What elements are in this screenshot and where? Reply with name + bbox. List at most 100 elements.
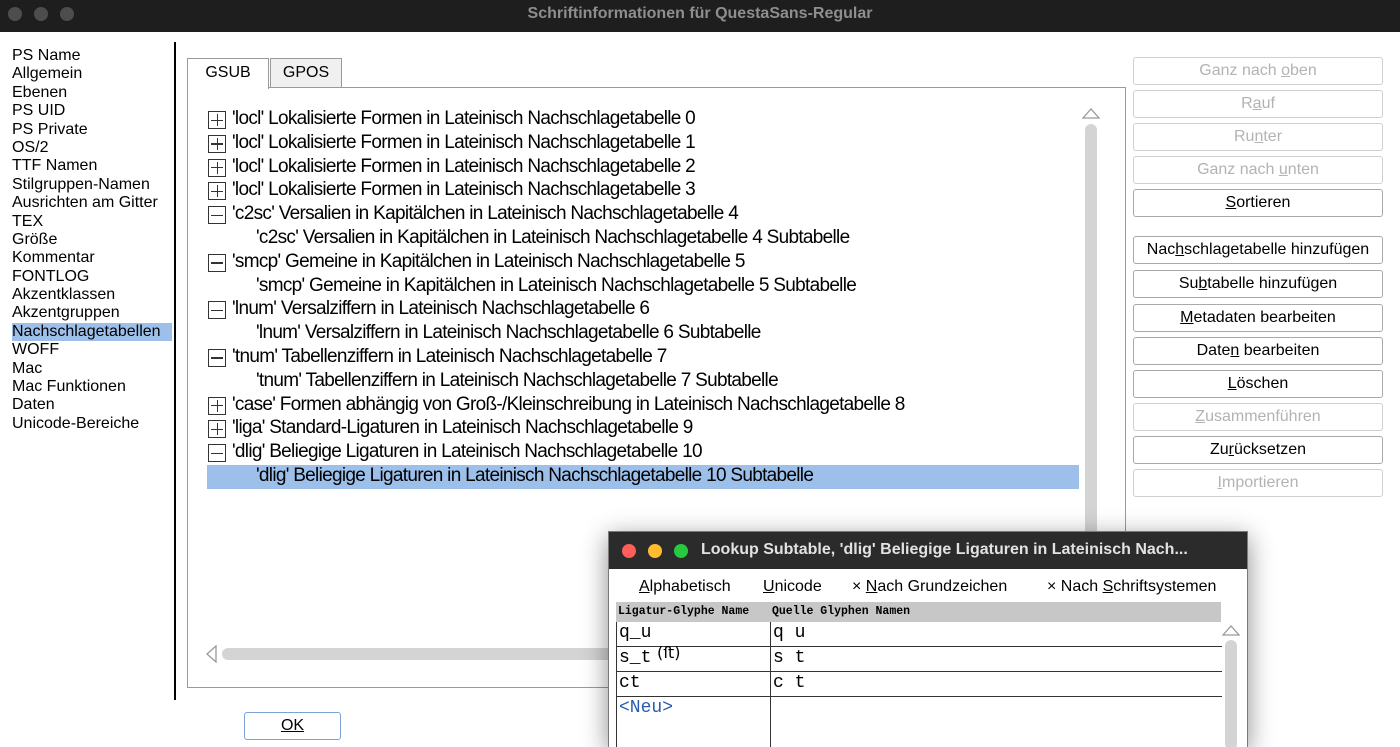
dialog-scroll-up-arrow-icon[interactable] (1222, 624, 1240, 636)
ligature-name-cell[interactable]: s_t (619, 647, 651, 669)
lookup-label: 'c2sc' Versalien in Kapitälchen in Latei… (232, 203, 739, 225)
dialog-minimize-button[interactable] (648, 544, 662, 558)
lookup-row[interactable]: 'lnum' Versalziffern in Lateinisch Nachs… (207, 298, 1079, 322)
rauf-button[interactable]: Rauf (1133, 90, 1383, 118)
sidebar-item-ps-name[interactable]: PS Name (12, 47, 172, 65)
lookup-row[interactable]: 'locl' Lokalisierte Formen in Lateinisch… (207, 108, 1079, 132)
sidebar-item-akzentgruppen[interactable]: Akzentgruppen (12, 304, 172, 322)
column-header-sources[interactable]: Quelle Glyphen Namen (772, 602, 910, 622)
lookup-label: 'locl' Lokalisierte Formen in Lateinisch… (232, 155, 696, 177)
ganz-nach-unten-button[interactable]: Ganz nach unten (1133, 156, 1383, 184)
collapse-icon[interactable] (208, 444, 226, 463)
sidebar-item-gr-e[interactable]: Größe (12, 231, 172, 249)
tab-gpos[interactable]: GPOS (270, 58, 342, 88)
lookup-subtable-row[interactable]: 'dlig' Beliegige Ligaturen in Lateinisch… (207, 464, 1079, 489)
lookup-row[interactable]: 'locl' Lokalisierte Formen in Lateinisch… (207, 132, 1079, 156)
option-unicode[interactable]: Unicode (763, 576, 822, 598)
nachschlagetabelle-hinzuf-gen-button[interactable]: Nachschlagetabelle hinzufügen (1133, 236, 1383, 264)
expand-icon[interactable] (208, 420, 226, 439)
metadaten-bearbeiten-button[interactable]: Metadaten bearbeiten (1133, 304, 1383, 332)
sidebar-item-ps-private[interactable]: PS Private (12, 121, 172, 139)
sidebar-item-stilgruppen-namen[interactable]: Stilgruppen-Namen (12, 176, 172, 194)
sidebar-item-ttf-namen[interactable]: TTF Namen (12, 157, 172, 175)
lookup-subtable-row[interactable]: 'smcp' Gemeine in Kapitälchen in Lateini… (207, 275, 1079, 299)
ligature-row[interactable]: q_u q u (617, 622, 1222, 647)
lookup-row[interactable]: 'case' Formen abhängig von Groß-/Kleinsc… (207, 394, 1079, 418)
lookup-row[interactable]: 'locl' Lokalisierte Formen in Lateinisch… (207, 179, 1079, 203)
option-alphabetisch[interactable]: Alphabetisch (639, 576, 731, 598)
sidebar-item-allgemein[interactable]: Allgemein (12, 65, 172, 83)
ligature-name-cell[interactable]: q_u (619, 622, 651, 644)
collapse-icon[interactable] (208, 253, 226, 272)
sidebar-item-tex[interactable]: TEX (12, 213, 172, 231)
ganz-nach-oben-button[interactable]: Ganz nach oben (1133, 57, 1383, 85)
sidebar-item-fontlog[interactable]: FONTLOG (12, 268, 172, 286)
ligature-row[interactable]: ct c t (617, 672, 1222, 697)
dialog-zoom-button[interactable] (674, 544, 688, 558)
lookup-subtable-row[interactable]: 'tnum' Tabellenziffern in Lateinisch Nac… (207, 370, 1079, 394)
expand-icon[interactable] (208, 396, 226, 415)
sidebar-item-ps-uid[interactable]: PS UID (12, 102, 172, 120)
dialog-title: Lookup Subtable, 'dlig' Beliegige Ligatu… (701, 541, 1188, 558)
option-nach-schriftsystemen[interactable]: × Nach Schriftsystemen (1047, 576, 1216, 598)
lookup-row[interactable]: 'tnum' Tabellenziffern in Lateinisch Nac… (207, 346, 1079, 370)
lookup-row[interactable]: 'dlig' Beliegige Ligaturen in Lateinisch… (207, 441, 1079, 465)
importieren-button[interactable]: Importieren (1133, 469, 1383, 497)
window-title: Schriftinformationen für QuestaSans-Regu… (527, 5, 873, 22)
ligature-row[interactable]: s_t (ﬅ) s t (617, 643, 1222, 672)
scroll-up-arrow-icon[interactable] (1082, 107, 1100, 119)
sidebar-item-woff[interactable]: WOFF (12, 341, 172, 359)
vertical-scrollbar[interactable] (1085, 124, 1097, 544)
sidebar-item-os-2[interactable]: OS/2 (12, 139, 172, 157)
sidebar-item-mac-funktionen[interactable]: Mac Funktionen (12, 378, 172, 396)
lookup-subtable-row[interactable]: 'c2sc' Versalien in Kapitälchen in Latei… (207, 227, 1079, 251)
sidebar-item-nachschlagetabellen[interactable]: Nachschlagetabellen (12, 322, 172, 342)
tab-gsub[interactable]: GSUB (187, 58, 269, 89)
sortieren-button[interactable]: Sortieren (1133, 189, 1383, 217)
scroll-left-arrow-icon[interactable] (205, 645, 217, 663)
subtabelle-hinzuf-gen-button[interactable]: Subtabelle hinzufügen (1133, 270, 1383, 298)
check-icon: × (852, 578, 866, 595)
option-nach-grundzeichen[interactable]: × Nach Grundzeichen (852, 576, 1007, 598)
new-ligature-row[interactable]: <Neu> (617, 697, 1222, 722)
lookup-row[interactable]: 'smcp' Gemeine in Kapitälchen in Lateini… (207, 251, 1079, 275)
horizontal-scrollbar[interactable] (222, 648, 622, 660)
category-list: PS Name Allgemein Ebenen PS UID PS Private OS… (12, 47, 172, 433)
lookup-row[interactable]: 'liga' Standard-Ligaturen in Lateinisch … (207, 417, 1079, 441)
collapse-icon[interactable] (208, 206, 226, 225)
daten-bearbeiten-button[interactable]: Daten bearbeiten (1133, 337, 1383, 365)
expand-icon[interactable] (208, 158, 226, 177)
lookup-row[interactable]: 'c2sc' Versalien in Kapitälchen in Latei… (207, 203, 1079, 227)
dialog-vertical-scrollbar[interactable] (1225, 640, 1237, 747)
collapse-icon[interactable] (208, 301, 226, 320)
expand-icon[interactable] (208, 111, 226, 129)
sidebar-item-ausrichten-am-gitter[interactable]: Ausrichten am Gitter (12, 194, 172, 212)
zusammenf-hren-button[interactable]: Zusammenführen (1133, 403, 1383, 431)
lookup-label: 'smcp' Gemeine in Kapitälchen in Lateini… (256, 274, 857, 296)
source-glyphs-cell[interactable]: q u (773, 622, 805, 644)
lookup-row[interactable]: 'locl' Lokalisierte Formen in Lateinisch… (207, 156, 1079, 180)
sidebar-item-unicode-bereiche[interactable]: Unicode-Bereiche (12, 415, 172, 433)
l-schen-button[interactable]: Löschen (1133, 370, 1383, 398)
lookup-subtable-row[interactable]: 'lnum' Versalziffern in Lateinisch Nachs… (207, 322, 1079, 346)
source-glyphs-cell[interactable]: s t (773, 647, 805, 669)
expand-icon[interactable] (208, 182, 226, 201)
sidebar-item-kommentar[interactable]: Kommentar (12, 249, 172, 267)
collapse-icon[interactable] (208, 348, 226, 367)
dialog-close-button[interactable] (622, 544, 636, 558)
ok-button[interactable]: OK (244, 712, 341, 740)
source-glyphs-cell[interactable]: c t (773, 672, 805, 694)
runter-button[interactable]: Runter (1133, 123, 1383, 151)
sidebar-item-daten[interactable]: Daten (12, 396, 172, 414)
sidebar-item-akzentklassen[interactable]: Akzentklassen (12, 286, 172, 304)
lookup-tree: 'locl' Lokalisierte Formen in Lateinisch… (207, 108, 1079, 489)
ligature-name-cell[interactable]: ct (619, 672, 641, 694)
lookup-label: 'locl' Lokalisierte Formen in Lateinisch… (232, 131, 696, 153)
zur-cksetzen-button[interactable]: Zurücksetzen (1133, 436, 1383, 464)
lookup-label: 'lnum' Versalziffern in Lateinisch Nachs… (232, 298, 650, 320)
sidebar-item-mac[interactable]: Mac (12, 360, 172, 378)
sidebar-item-ebenen[interactable]: Ebenen (12, 84, 172, 102)
lookup-subtable-dialog: Lookup Subtable, 'dlig' Beliegige Ligatu… (608, 531, 1248, 747)
expand-icon[interactable] (208, 134, 226, 153)
column-header-ligature[interactable]: Ligatur-Glyphe Name (618, 602, 749, 622)
